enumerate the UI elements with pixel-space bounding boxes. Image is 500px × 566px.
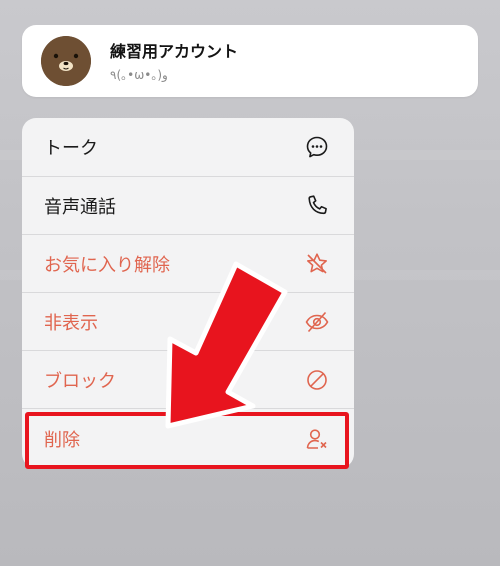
pointer-arrow-annotation (165, 261, 288, 429)
